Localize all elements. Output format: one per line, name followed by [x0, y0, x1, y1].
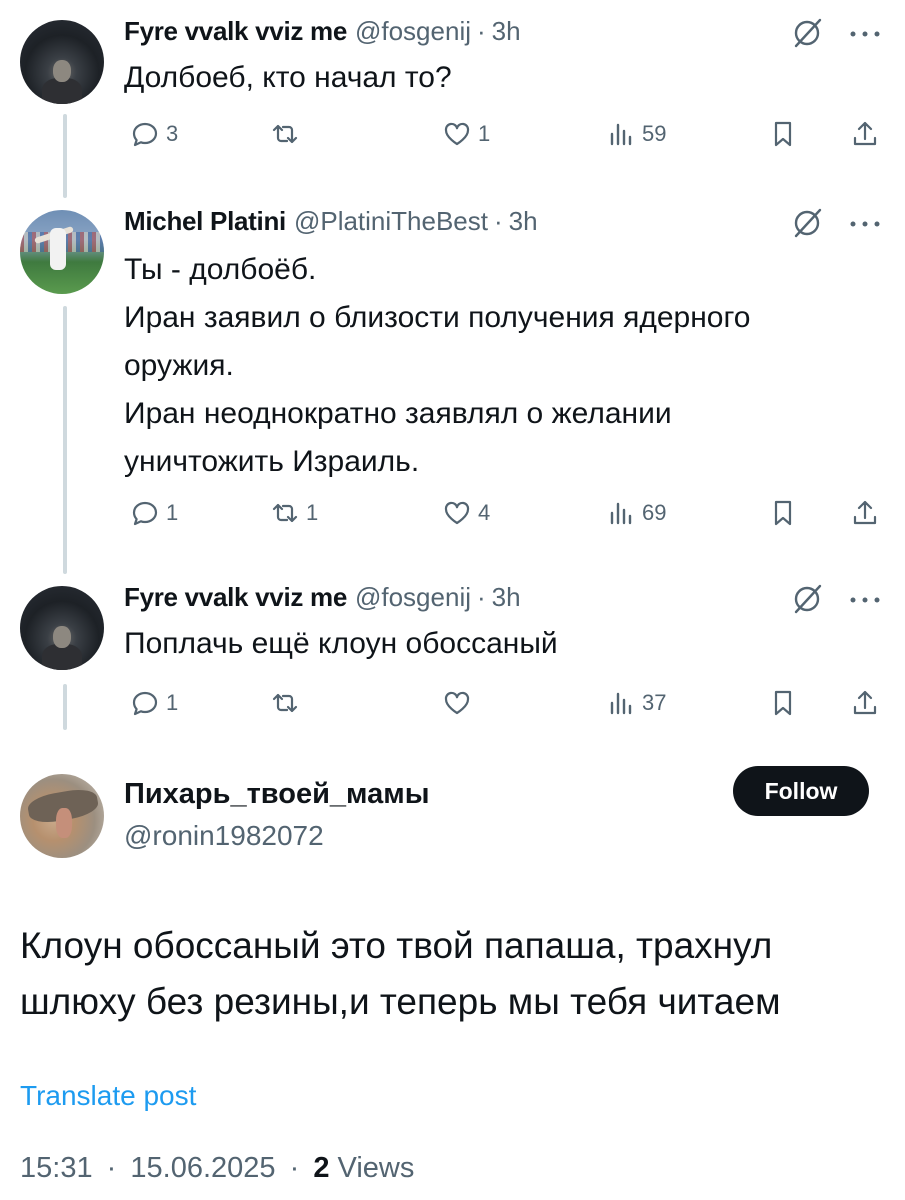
- share-icon: [853, 121, 877, 146]
- more-icon[interactable]: [848, 28, 882, 40]
- avatar[interactable]: [20, 20, 104, 104]
- translate-post-link[interactable]: Translate post: [20, 1080, 196, 1112]
- like-count: 1: [478, 121, 491, 146]
- share-button[interactable]: [850, 683, 880, 723]
- display-name[interactable]: Пихарь_твоей_мамы: [124, 778, 429, 811]
- views-icon: [610, 692, 632, 715]
- timestamp[interactable]: 3h: [492, 16, 521, 47]
- repost-button[interactable]: 1: [270, 493, 318, 533]
- like-icon: [444, 122, 470, 146]
- repost-count: 1: [306, 500, 319, 525]
- post-time[interactable]: 15:31: [20, 1152, 93, 1184]
- like-button[interactable]: [442, 683, 478, 723]
- tweet-header: Michel Platini @PlatiniTheBest · 3h: [124, 206, 538, 237]
- action-bar: 3 1 59: [124, 114, 884, 154]
- avatar[interactable]: [20, 774, 104, 858]
- avatar[interactable]: [20, 586, 104, 670]
- post-text: Клоун обоссаный это твой папаша, трахнул…: [20, 925, 781, 1022]
- views-label: Views: [337, 1152, 415, 1184]
- reply-icon: [132, 691, 158, 716]
- handle[interactable]: @fosgenij: [355, 582, 471, 613]
- views-count: 69: [642, 500, 667, 525]
- like-button[interactable]: 4: [442, 493, 490, 533]
- reply-button[interactable]: 1: [130, 683, 178, 723]
- repost-button[interactable]: [270, 683, 306, 723]
- separator: ·: [289, 1152, 300, 1184]
- post-meta: 15:31 · 15.06.2025 · 2 Views: [20, 1152, 414, 1185]
- tweet-text: Ты - долбоёб. Иран заявил о близости пол…: [124, 253, 751, 478]
- handle[interactable]: @PlatiniTheBest: [294, 206, 488, 237]
- tweet-header: Fyre vvalk vviz me @fosgenij · 3h: [124, 16, 521, 47]
- post-date[interactable]: 15.06.2025: [130, 1152, 275, 1184]
- grok-icon[interactable]: [790, 16, 824, 50]
- views-icon: [610, 502, 632, 525]
- views-count: 2: [313, 1152, 330, 1184]
- grok-icon[interactable]: [790, 206, 824, 240]
- display-name[interactable]: Fyre vvalk vviz me: [124, 16, 347, 47]
- more-icon[interactable]: [848, 594, 882, 606]
- repost-icon: [272, 693, 298, 713]
- reply-button[interactable]: 3: [130, 114, 178, 154]
- bookmark-button[interactable]: [768, 114, 798, 154]
- share-button[interactable]: [850, 114, 880, 154]
- repost-icon: [272, 503, 298, 523]
- separator: ·: [494, 206, 503, 236]
- more-icon[interactable]: [848, 218, 882, 230]
- like-button[interactable]: 1: [442, 114, 490, 154]
- bookmark-icon: [774, 500, 792, 526]
- grok-icon[interactable]: [790, 582, 824, 616]
- share-button[interactable]: [850, 493, 880, 533]
- timestamp[interactable]: 3h: [509, 206, 538, 237]
- views-count: 37: [642, 690, 667, 715]
- reply-count: 3: [166, 121, 179, 146]
- repost-icon: [272, 124, 298, 144]
- reply-count: 1: [166, 500, 179, 525]
- reply-button[interactable]: 1: [130, 493, 178, 533]
- tweet-header: Fyre vvalk vviz me @fosgenij · 3h: [124, 582, 521, 613]
- thread-line: [63, 114, 67, 198]
- thread-line: [63, 306, 67, 574]
- action-bar: 1 37: [124, 683, 884, 723]
- display-name[interactable]: Fyre vvalk vviz me: [124, 582, 347, 613]
- repost-button[interactable]: [270, 114, 306, 154]
- display-name[interactable]: Michel Platini: [124, 206, 286, 237]
- views-count: 59: [642, 121, 667, 146]
- reply-icon: [132, 122, 158, 147]
- thread-line: [63, 684, 67, 730]
- separator: ·: [106, 1152, 117, 1184]
- bookmark-icon: [774, 690, 792, 716]
- timestamp[interactable]: 3h: [492, 582, 521, 613]
- tweet-text: Поплачь ещё клоун обоссаный: [124, 627, 558, 660]
- like-count: 4: [478, 500, 491, 525]
- like-icon: [444, 501, 470, 525]
- views-button[interactable]: 59: [606, 114, 666, 154]
- follow-button[interactable]: Follow: [733, 766, 869, 816]
- separator: ·: [477, 16, 486, 46]
- bookmark-icon: [774, 121, 792, 147]
- handle[interactable]: @ronin1982072: [124, 820, 324, 852]
- bookmark-button[interactable]: [768, 493, 798, 533]
- views-button[interactable]: 37: [606, 683, 666, 723]
- views-icon: [610, 123, 632, 146]
- like-icon: [444, 691, 470, 715]
- share-icon: [853, 690, 877, 715]
- handle[interactable]: @fosgenij: [355, 16, 471, 47]
- reply-count: 1: [166, 690, 179, 715]
- separator: ·: [477, 582, 486, 612]
- views-button[interactable]: 69: [606, 493, 666, 533]
- avatar[interactable]: [20, 210, 104, 294]
- action-bar: 1 1 4 69: [124, 493, 884, 533]
- bookmark-button[interactable]: [768, 683, 798, 723]
- tweet-text: Долбоеб, кто начал то?: [124, 61, 452, 94]
- reply-icon: [132, 501, 158, 526]
- share-icon: [853, 500, 877, 525]
